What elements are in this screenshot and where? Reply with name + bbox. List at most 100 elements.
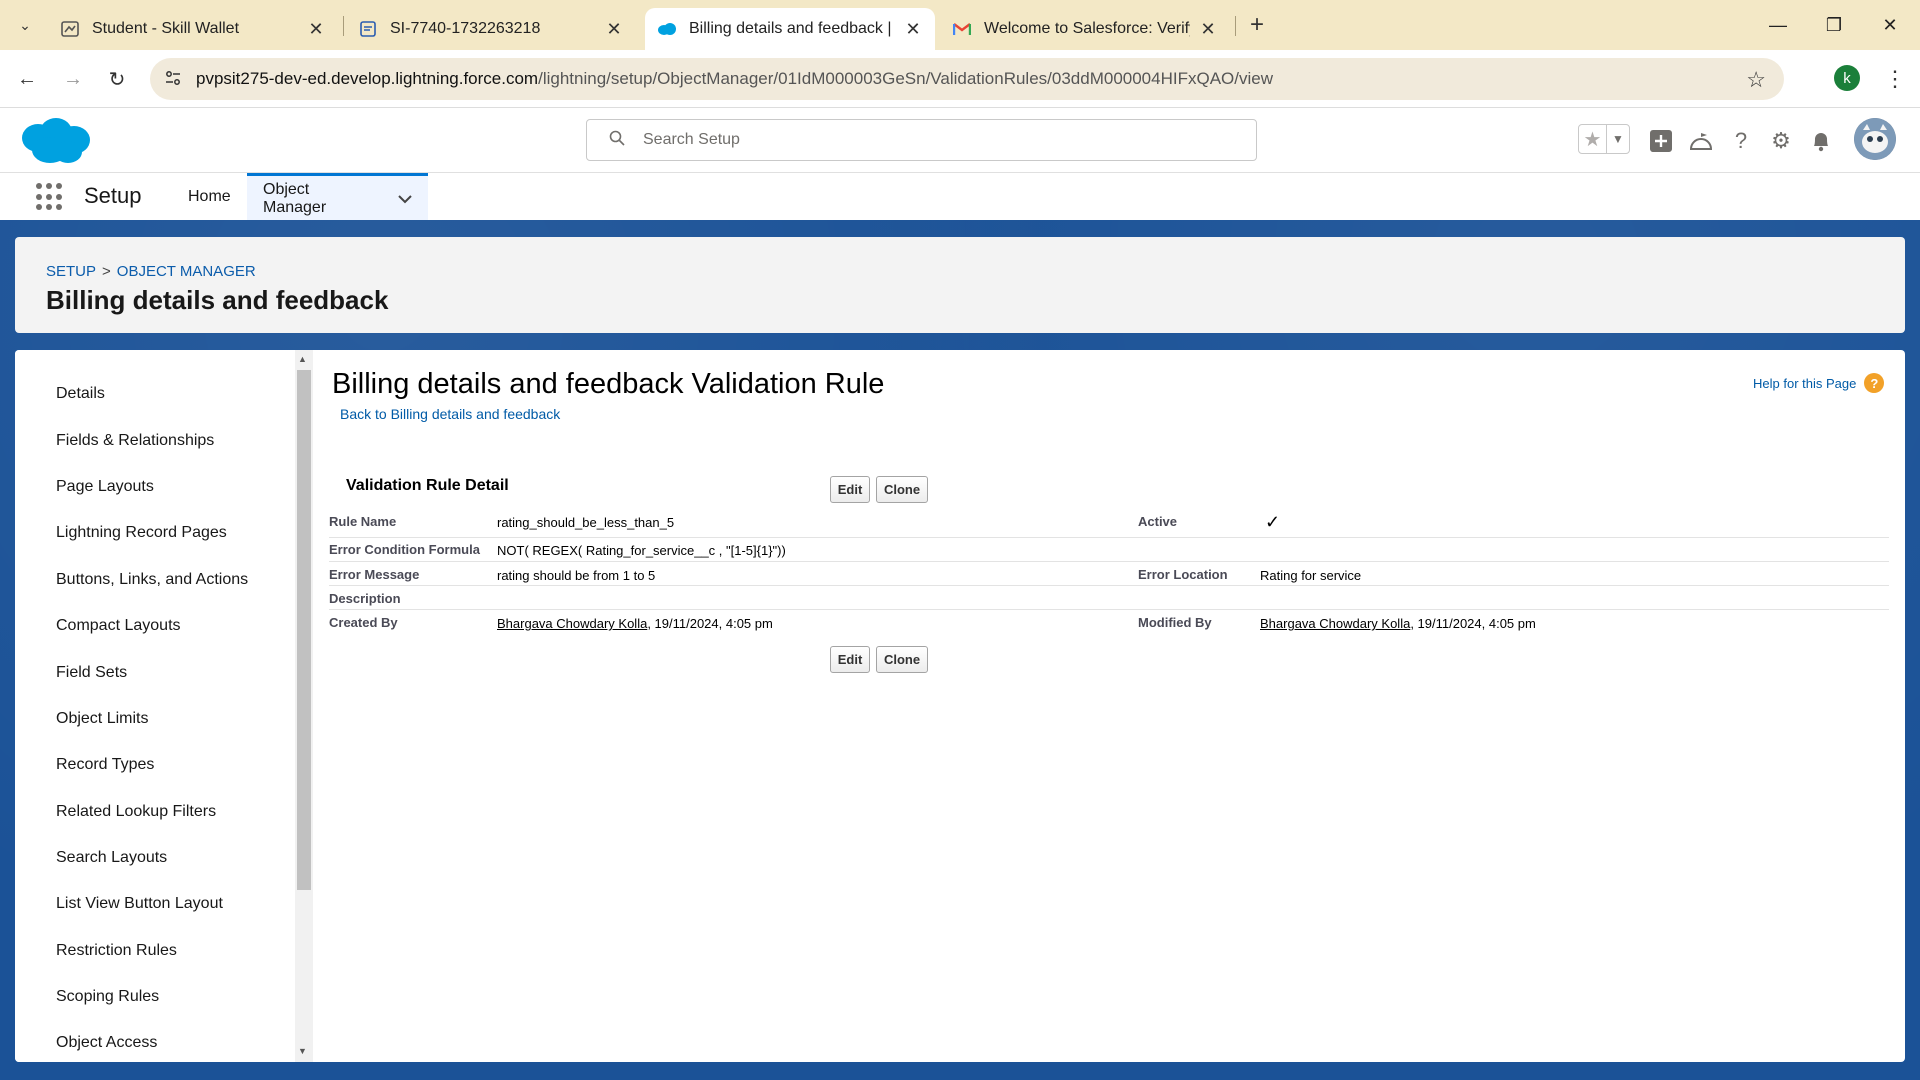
scroll-down-arrow-icon[interactable]: ▼ [298, 1046, 307, 1056]
breadcrumb-setup-link[interactable]: SETUP [46, 263, 96, 280]
breadcrumb-object-manager-link[interactable]: OBJECT MANAGER [117, 263, 256, 280]
close-icon[interactable]: ✕ [604, 19, 624, 40]
notification-bell-icon[interactable] [1806, 126, 1836, 156]
restore-icon[interactable]: ❐ [1814, 10, 1854, 40]
context-nav-bar: Setup Home Object Manager [0, 172, 1920, 221]
sidebar-item-field-sets[interactable]: Field Sets [56, 664, 127, 682]
sidebar-scroll-thumb[interactable] [297, 370, 311, 890]
breadcrumb: SETUP > OBJECT MANAGER [46, 263, 256, 280]
help-question-icon: ? [1864, 373, 1885, 393]
tab-search-chevron-icon[interactable]: ⌄ [10, 10, 40, 40]
favorites-group[interactable]: ★ ▼ [1578, 124, 1630, 154]
trailhead-guidance-icon[interactable] [1686, 126, 1716, 156]
clone-button-top[interactable]: Clone [876, 476, 928, 503]
forward-arrow-icon[interactable]: → [58, 64, 88, 94]
reload-icon[interactable]: ↻ [102, 64, 132, 94]
tab-divider [343, 16, 344, 36]
validation-rule-content: Billing details and feedback Validation … [313, 350, 1905, 1062]
tab-title: Student - Skill Wallet [92, 20, 240, 37]
sidebar-item-object-access[interactable]: Object Access [56, 1034, 157, 1052]
close-icon[interactable]: ✕ [306, 19, 326, 40]
nav-item-home[interactable]: Home [172, 173, 247, 221]
active-checkmark-icon: ✓ [1265, 512, 1281, 532]
sidebar-item-fields-relationships[interactable]: Fields & Relationships [56, 432, 214, 450]
sidebar-item-search-layouts[interactable]: Search Layouts [56, 849, 167, 867]
search-icon [609, 130, 625, 151]
sidebar-item-lightning-record-pages[interactable]: Lightning Record Pages [56, 524, 227, 542]
browser-tab[interactable]: SI-7740-1732263218 ✕ [346, 8, 636, 50]
back-arrow-icon[interactable]: ← [12, 64, 42, 94]
nav-item-label: Object Manager [263, 180, 327, 216]
sidebar-item-buttons-links-actions[interactable]: Buttons, Links, and Actions [56, 571, 248, 589]
detail-row: Error Message rating should be from 1 to… [329, 562, 1889, 586]
help-for-page-link[interactable]: Help for this Page ? [1753, 373, 1885, 393]
favorites-star-icon[interactable]: ★ [1579, 125, 1607, 153]
gear-icon[interactable]: ⚙ [1766, 126, 1796, 156]
sidebar-item-restriction-rules[interactable]: Restriction Rules [56, 942, 177, 960]
active-label: Active [1138, 514, 1178, 529]
salesforce-logo[interactable] [18, 116, 92, 171]
address-toolbar: ← → ↻ pvpsit275-dev-ed.develop.lightning… [0, 50, 1920, 108]
rule-name-value: rating_should_be_less_than_5 [497, 515, 675, 530]
edit-button-top[interactable]: Edit [830, 476, 870, 503]
clone-button-bottom[interactable]: Clone [876, 646, 928, 673]
site-info-icon[interactable] [164, 69, 184, 90]
modified-by-date: , 19/11/2024, 4:05 pm [1410, 616, 1536, 631]
modified-by-user-link[interactable]: Bhargava Chowdary Kolla [1260, 616, 1410, 631]
close-window-icon[interactable]: ✕ [1870, 10, 1910, 40]
browser-tab-active[interactable]: Billing details and feedback | Sa ✕ [645, 8, 935, 50]
help-link-label: Help for this Page [1753, 375, 1857, 391]
error-message-label: Error Message [329, 567, 420, 582]
url-bar[interactable]: pvpsit275-dev-ed.develop.lightning.force… [150, 58, 1784, 100]
sidebar-item-details[interactable]: Details [56, 385, 105, 403]
created-by-date: , 19/11/2024, 4:05 pm [647, 616, 773, 631]
edit-button-bottom[interactable]: Edit [830, 646, 870, 673]
description-label: Description [329, 591, 401, 606]
created-by-label: Created By [329, 615, 398, 630]
close-icon[interactable]: ✕ [903, 19, 923, 40]
page-title: Billing details and feedback [46, 285, 389, 315]
nav-item-object-manager[interactable]: Object Manager [247, 173, 428, 221]
scroll-up-arrow-icon[interactable]: ▲ [298, 354, 307, 364]
chevron-down-icon[interactable]: ▼ [1607, 125, 1629, 153]
profile-avatar[interactable]: k [1834, 65, 1860, 91]
browser-tab[interactable]: Welcome to Salesforce: Verify y ✕ [940, 8, 1230, 50]
app-launcher-grid-icon[interactable] [36, 183, 64, 211]
back-to-object-link[interactable]: Back to Billing details and feedback [340, 406, 560, 422]
search-setup-input[interactable]: Search Setup [586, 119, 1257, 161]
close-icon[interactable]: ✕ [1198, 19, 1218, 40]
sidebar-item-list-view-button-layout[interactable]: List View Button Layout [56, 895, 223, 913]
url-host: pvpsit275-dev-ed.develop.lightning.force… [196, 69, 539, 88]
gmail-icon [952, 19, 972, 39]
sidebar-item-page-layouts[interactable]: Page Layouts [56, 478, 154, 496]
created-by-user-link[interactable]: Bhargava Chowdary Kolla [497, 616, 647, 631]
sidebar-item-compact-layouts[interactable]: Compact Layouts [56, 617, 181, 635]
new-tab-plus-icon[interactable]: + [1242, 10, 1272, 40]
bookmark-star-icon[interactable]: ☆ [1746, 67, 1766, 93]
sidebar-item-related-lookup-filters[interactable]: Related Lookup Filters [56, 803, 216, 821]
sidebar-item-scoping-rules[interactable]: Scoping Rules [56, 988, 159, 1006]
minimize-icon[interactable]: — [1758, 10, 1798, 40]
app-name: Setup [84, 183, 142, 208]
formula-label: Error Condition Formula [329, 542, 480, 557]
error-message-value: rating should be from 1 to 5 [497, 568, 656, 583]
object-header-card: SETUP > OBJECT MANAGER Billing details a… [15, 237, 1905, 333]
global-actions-plus-icon[interactable] [1646, 126, 1676, 156]
help-question-icon[interactable]: ? [1726, 126, 1756, 156]
modified-by-label: Modified By [1138, 615, 1212, 630]
skill-wallet-icon [60, 19, 80, 39]
user-avatar[interactable] [1854, 118, 1896, 160]
browser-tab[interactable]: Student - Skill Wallet ✕ [48, 8, 338, 50]
breadcrumb-separator: > [102, 263, 111, 280]
tab-divider [1235, 16, 1236, 36]
nav-item-label: Home [188, 188, 231, 205]
browser-menu-icon[interactable]: ⋮ [1880, 64, 1910, 94]
browser-tab-strip: ⌄ Student - Skill Wallet ✕ SI-7740-17322… [0, 0, 1920, 50]
url-path: /lightning/setup/ObjectManager/01IdM0000… [538, 69, 1273, 88]
sidebar-item-record-types[interactable]: Record Types [56, 756, 154, 774]
detail-row: Created By Bhargava Chowdary Kolla, 19/1… [329, 610, 1889, 634]
tab-title: Billing details and feedback | Sa [689, 20, 895, 37]
sidebar-item-object-limits[interactable]: Object Limits [56, 710, 148, 728]
tab-title: SI-7740-1732263218 [390, 20, 541, 37]
chevron-down-icon[interactable] [398, 191, 412, 207]
